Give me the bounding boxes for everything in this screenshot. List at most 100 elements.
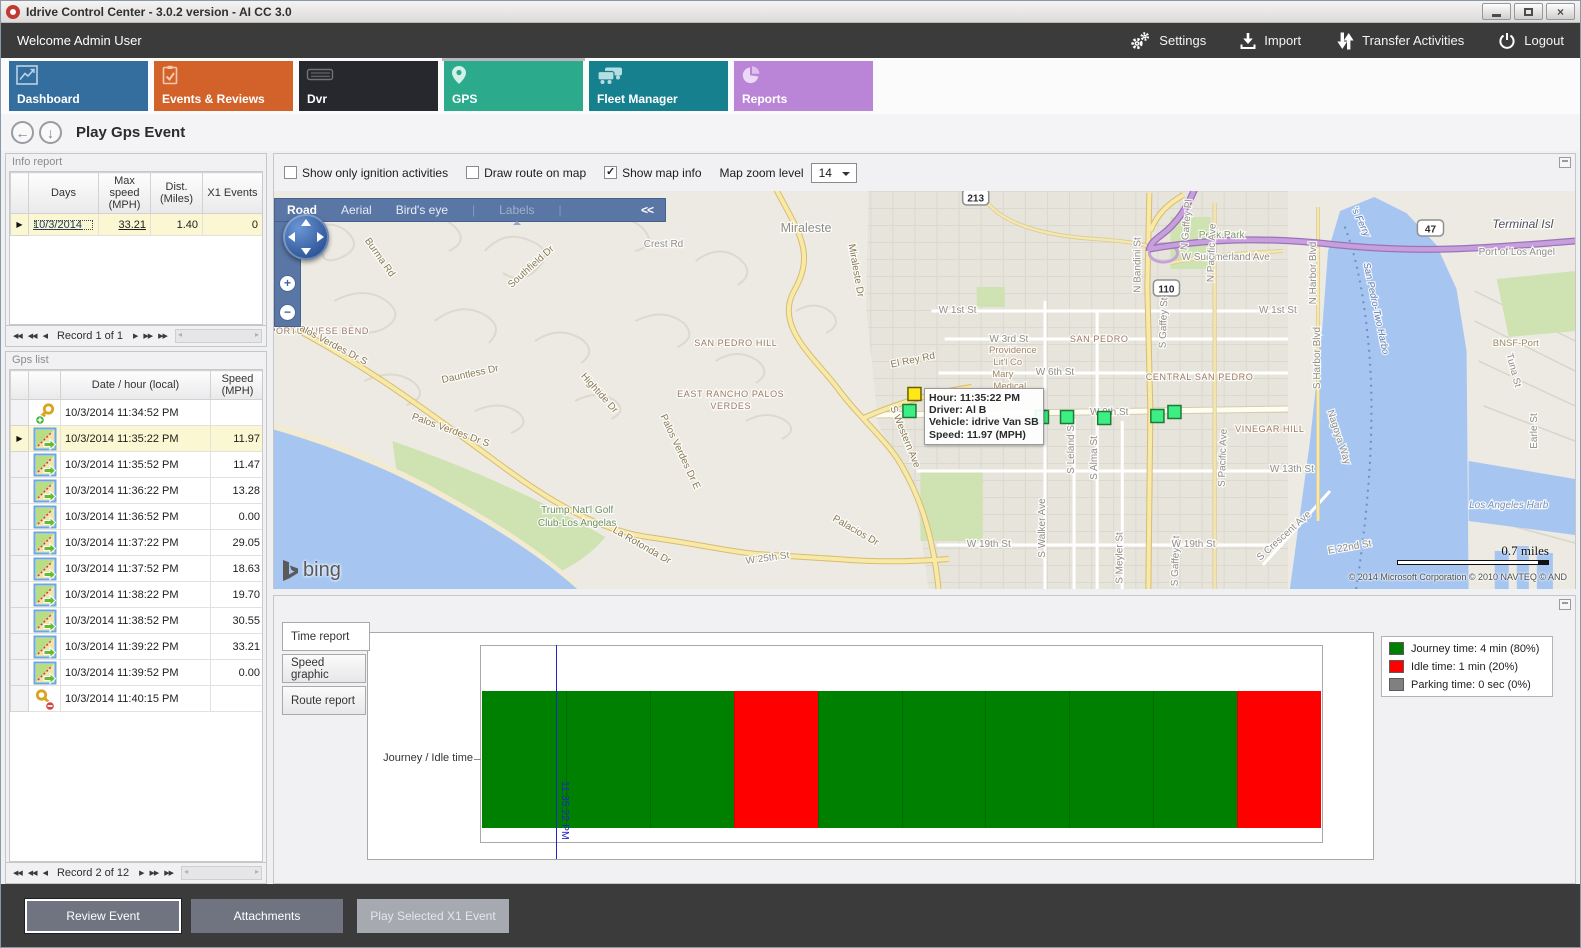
gps-marker[interactable] [1168,406,1181,419]
next-record-button[interactable]: ▶ [136,870,146,877]
app-window: Idrive Control Center - 3.0.2 version - … [0,0,1581,948]
tab-route-report[interactable]: Route report [282,686,366,715]
row-selector: ▶ [11,214,29,236]
expand-button[interactable]: ↓ [39,121,62,144]
legend-entry: Journey time: 4 min (80%) [1389,642,1545,655]
gps-marker[interactable] [1098,412,1111,425]
topbar-action-logout[interactable]: Logout [1498,32,1564,50]
checkbox-checked-icon[interactable]: ✓ [604,166,617,179]
map-copyright: © 2014 Microsoft Corporation © 2010 NAVT… [1349,572,1567,582]
column-header-max-speed-mph[interactable]: Max speed (MPH) [99,173,151,214]
app-logo-icon [6,5,20,19]
last-record-button[interactable]: ▶▶ [161,870,176,877]
column-header-speed-mph[interactable]: Speed (MPH) [211,371,264,400]
import-icon [1240,32,1256,50]
last-record-button[interactable]: ▶▶ [155,333,170,340]
gps-row[interactable]: ▶10/3/2014 11:35:22 PM11.97 [11,426,264,452]
gps-row[interactable]: 10/3/2014 11:36:52 PM0.00 [11,504,264,530]
gps-row[interactable]: 10/3/2014 11:37:52 PM18.63 [11,556,264,582]
topbar-action-transfer-activities[interactable]: Transfer Activities [1335,31,1464,51]
gps-row[interactable]: 10/3/2014 11:36:22 PM13.28 [11,478,264,504]
info-report-record-nav: ◀◀◀◀◀Record 1 of 1▶▶▶▶▶ [6,325,266,346]
first-record-button[interactable]: ◀◀ [10,333,25,340]
selected-gps-marker[interactable] [908,388,921,401]
maximize-button[interactable] [1514,3,1543,20]
column-header-dist-miles[interactable]: Dist. (Miles) [151,173,203,214]
tooltip-line: Vehicle: idrive Van SB [929,416,1039,428]
gps-row[interactable]: 10/3/2014 11:39:52 PM0.00 [11,660,264,686]
gps-row[interactable]: 10/3/2014 11:38:52 PM30.55 [11,608,264,634]
back-button[interactable]: ← [11,121,34,144]
gps-row[interactable]: 10/3/2014 11:39:22 PM33.21 [11,634,264,660]
map-label-w-13th-st: W 13th St [1270,464,1314,475]
chart-collapse-button[interactable] [1559,599,1571,610]
topbar-action-settings[interactable]: Settings [1129,31,1206,51]
header-row: Date / hour (local)Speed (MPH) [11,371,264,400]
prev-record-button[interactable]: ◀ [40,870,50,877]
column-header-x1-events[interactable]: X1 Events [203,173,263,214]
gps-marker[interactable] [1151,410,1164,423]
table-row[interactable]: ▶10/3/201433.211.400 [11,214,263,236]
minimize-button[interactable] [1482,3,1511,20]
map-view-labels[interactable]: Labels [499,203,534,217]
gps-marker[interactable] [903,405,916,418]
tab-time-report[interactable]: Time report [282,622,370,651]
horizontal-scrollbar[interactable] [175,329,262,343]
gps-row[interactable]: 10/3/2014 11:37:22 PM29.05 [11,530,264,556]
topbar-action-import[interactable]: Import [1240,32,1301,50]
nav-tile-dvr[interactable]: Dvr [299,61,438,111]
option-draw-route-on-map[interactable]: Draw route on map [466,166,586,180]
bing-map[interactable]: 21311047 Crest RdMiralesteMiraleste DrBu… [274,191,1575,589]
checkbox-icon[interactable] [466,166,479,179]
first-record-button[interactable]: ◀◀ [10,870,25,877]
nav-tile-events-reviews[interactable]: Events & Reviews [154,61,293,111]
gps-row[interactable]: 10/3/2014 11:34:52 PM [11,400,264,426]
header-row: DaysMax speed (MPH)Dist. (Miles)X1 Event… [11,173,263,214]
gps-point-icon [29,660,61,686]
window-title: Idrive Control Center - 3.0.2 version - … [26,5,292,19]
gps-row[interactable]: 10/3/2014 11:40:15 PM [11,686,264,712]
pan-north-icon [301,219,311,226]
gps-row[interactable]: 10/3/2014 11:38:22 PM19.70 [11,582,264,608]
zoom-level-select[interactable]: 14 [811,163,857,183]
tab-speed-graphic[interactable]: Speed graphic [282,654,366,683]
zoom-level-value: 14 [819,166,832,180]
map-label-s-gaffey-st: S Gaffey St [1158,297,1171,348]
attachments-button[interactable]: Attachments [191,899,343,933]
horizontal-scrollbar[interactable] [181,866,262,880]
review-event-button[interactable]: Review Event [25,899,181,933]
date-cell: 10/3/2014 11:39:52 PM [61,660,211,686]
map-view-aerial[interactable]: Aerial [341,203,372,217]
next-page-button[interactable]: ▶▶ [147,870,162,877]
nav-tile-gps[interactable]: GPS [444,61,583,111]
map-zoom-out-button[interactable] [279,304,296,321]
nav-tile-fleet-manager[interactable]: Fleet Manager [589,61,728,111]
option-show-map-info[interactable]: ✓Show map info [604,166,701,180]
checkbox-icon[interactable] [284,166,297,179]
nav-tile-reports[interactable]: Reports [734,61,873,111]
date-link[interactable]: 10/3/2014 [33,219,94,231]
date-cell: 10/3/2014 11:35:52 PM [61,452,211,478]
prev-record-button[interactable]: ◀ [40,333,50,340]
prev-page-button[interactable]: ◀◀ [25,333,40,340]
map-zoom-level: Map zoom level14 [720,163,857,183]
nav-tiles: DashboardEvents & ReviewsDvrGPSFleet Man… [1,58,1580,114]
close-button[interactable]: × [1546,3,1575,20]
nav-tile-dashboard[interactable]: Dashboard [9,61,148,111]
next-page-button[interactable]: ▶▶ [140,333,155,340]
days-cell[interactable]: 10/3/2014 [29,214,99,236]
column-header-date-hour-local[interactable]: Date / hour (local) [61,371,211,400]
toolbar-collapse-button[interactable]: << [641,203,653,217]
map-zoom-in-button[interactable] [279,275,296,292]
bing-logo[interactable]: bing [282,559,341,582]
map-view-bird-s-eye[interactable]: Bird's eye [396,203,448,217]
map-collapse-button[interactable] [1559,157,1571,168]
gps-marker[interactable] [1061,411,1074,424]
x1-events-cell: 0 [203,214,263,236]
option-show-only-ignition-activities[interactable]: Show only ignition activities [284,166,448,180]
next-record-button[interactable]: ▶ [130,333,140,340]
map-pan-control[interactable] [283,214,329,260]
prev-page-button[interactable]: ◀◀ [25,870,40,877]
gps-row[interactable]: 10/3/2014 11:35:52 PM11.47 [11,452,264,478]
column-header-days[interactable]: Days [29,173,99,214]
